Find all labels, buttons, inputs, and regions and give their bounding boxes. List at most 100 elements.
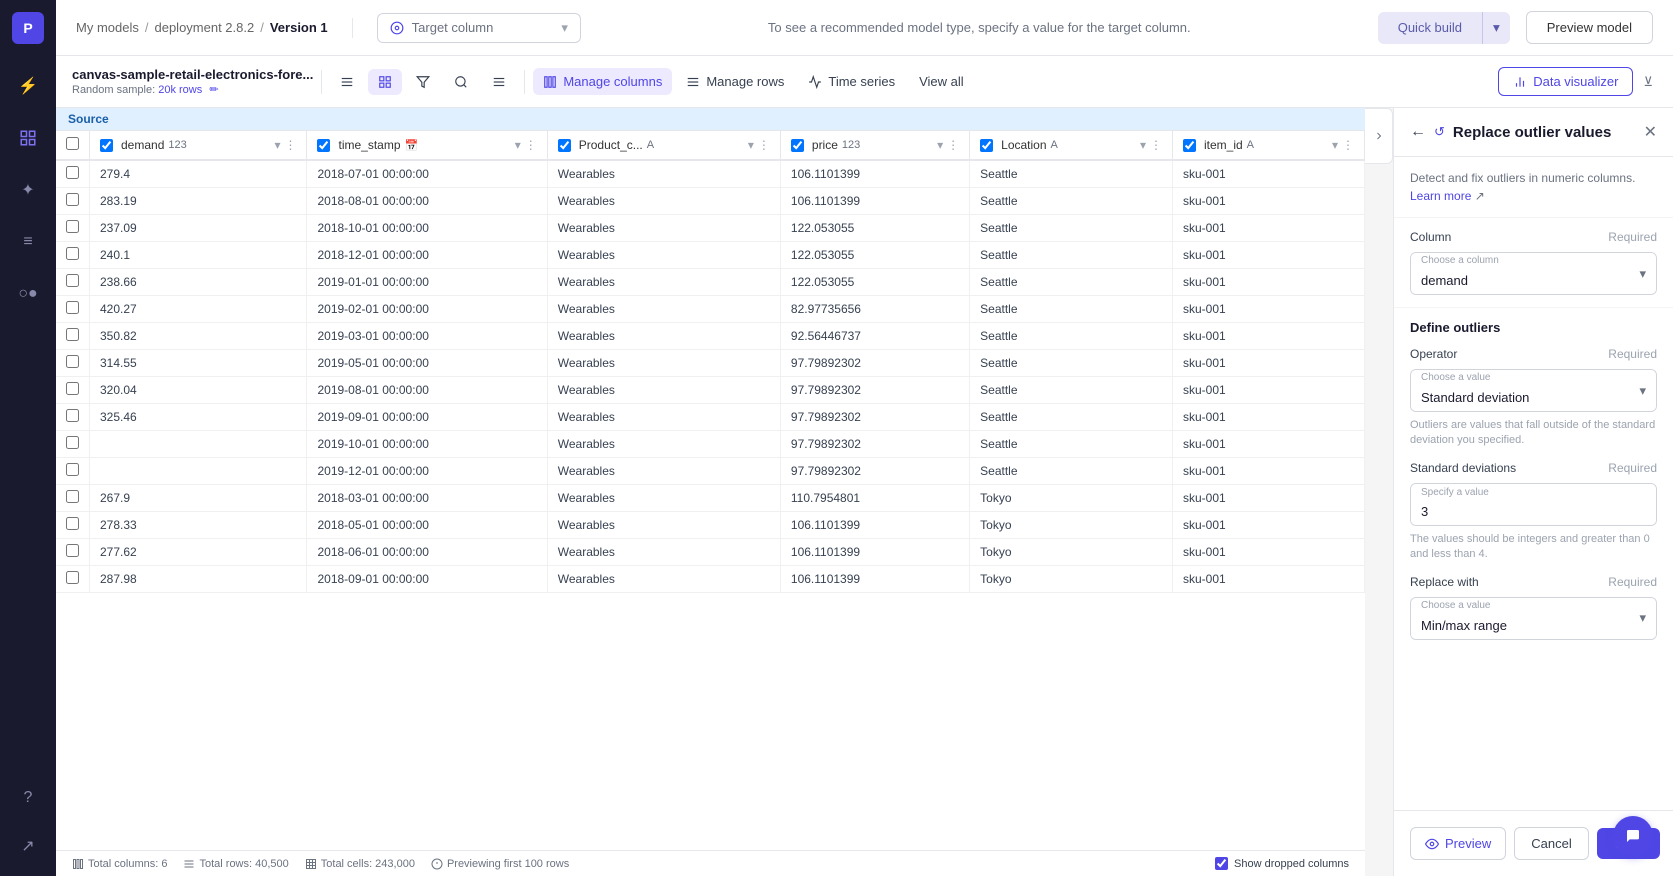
cell-product: Wearables xyxy=(547,323,780,350)
table-row: 240.1 2018-12-01 00:00:00 Wearables 122.… xyxy=(56,242,1365,269)
cell-price: 122.053055 xyxy=(780,215,969,242)
row-checkbox-cell xyxy=(56,458,90,485)
panel-back-button[interactable]: ← xyxy=(1410,123,1426,141)
learn-more-link[interactable]: Learn more xyxy=(1410,189,1471,203)
view-all-button[interactable]: View all xyxy=(909,68,974,95)
row-checkbox[interactable] xyxy=(66,490,79,503)
quick-build-arrow-button[interactable]: ▾ xyxy=(1482,12,1510,44)
row-checkbox[interactable] xyxy=(66,544,79,557)
row-checkbox[interactable] xyxy=(66,328,79,341)
sidebar-icon-help[interactable]: ? xyxy=(10,780,46,816)
row-count[interactable]: 20k rows xyxy=(158,84,202,96)
show-dropped-label[interactable]: Show dropped columns xyxy=(1215,857,1349,870)
data-table[interactable]: demand 123 ▾ ⋮ time_stamp � xyxy=(56,131,1365,850)
preview-action-button[interactable]: Preview xyxy=(1410,827,1506,860)
col-menu-itemid[interactable]: ▾ xyxy=(1332,138,1338,152)
row-checkbox[interactable] xyxy=(66,409,79,422)
cell-price: 92.56446737 xyxy=(780,323,969,350)
cell-demand: 240.1 xyxy=(90,242,307,269)
filter-button[interactable] xyxy=(406,69,440,95)
breadcrumb-part1[interactable]: My models xyxy=(76,20,139,35)
sidebar-left: P ⚡ ✦ ≡ ○● ? ↗ xyxy=(0,0,56,876)
chat-bubble-button[interactable] xyxy=(1613,816,1653,856)
col-checkbox-demand[interactable] xyxy=(100,139,113,152)
grid-view-button[interactable] xyxy=(368,69,402,95)
panel-refresh-icon[interactable]: ↺ xyxy=(1434,124,1445,140)
row-checkbox[interactable] xyxy=(66,220,79,233)
operator-field-label: Operator Required xyxy=(1410,347,1657,361)
col-menu-location[interactable]: ▾ xyxy=(1140,138,1146,152)
row-checkbox[interactable] xyxy=(66,247,79,260)
sidebar-icon-lightning[interactable]: ⚡ xyxy=(10,68,46,104)
sidebar-icon-add[interactable]: ✦ xyxy=(10,172,46,208)
cell-location: Seattle xyxy=(970,160,1173,188)
col-dots-demand[interactable]: ⋮ xyxy=(284,138,296,152)
target-column-selector[interactable]: Target column ▾ xyxy=(377,13,581,43)
cell-itemid: sku-001 xyxy=(1172,350,1364,377)
manage-rows-label: Manage rows xyxy=(706,74,784,89)
list-view-button[interactable] xyxy=(330,69,364,95)
col-dots-timestamp[interactable]: ⋮ xyxy=(525,138,537,152)
row-checkbox[interactable] xyxy=(66,382,79,395)
col-menu-timestamp[interactable]: ▾ xyxy=(515,138,521,152)
row-checkbox-cell xyxy=(56,485,90,512)
col-checkbox-price[interactable] xyxy=(791,139,804,152)
col-dots-itemid[interactable]: ⋮ xyxy=(1342,138,1354,152)
std-dev-label-text: Standard deviations xyxy=(1410,461,1516,475)
edit-icon[interactable]: ✏ xyxy=(209,84,218,96)
col-menu-product[interactable]: ▾ xyxy=(748,138,754,152)
breadcrumb-part2[interactable]: deployment 2.8.2 xyxy=(154,20,254,35)
sidebar-icon-list[interactable]: ≡ xyxy=(10,224,46,260)
col-menu-price[interactable]: ▾ xyxy=(937,138,943,152)
rows-status-icon xyxy=(183,858,195,870)
std-dev-field: Standard deviations Required Specify a v… xyxy=(1410,461,1657,563)
search-button[interactable] xyxy=(444,69,478,95)
row-checkbox[interactable] xyxy=(66,463,79,476)
row-checkbox[interactable] xyxy=(66,517,79,530)
cell-timestamp: 2018-03-01 00:00:00 xyxy=(307,485,547,512)
preview-model-button[interactable]: Preview model xyxy=(1526,11,1653,44)
row-checkbox[interactable] xyxy=(66,571,79,584)
sidebar-icon-export[interactable]: ↗ xyxy=(10,828,46,864)
define-outliers-title: Define outliers xyxy=(1410,320,1657,335)
cell-product: Wearables xyxy=(547,269,780,296)
row-checkbox-cell xyxy=(56,539,90,566)
time-series-button[interactable]: Time series xyxy=(798,68,905,95)
col-checkbox-location[interactable] xyxy=(980,139,993,152)
row-checkbox[interactable] xyxy=(66,274,79,287)
expand-panel-button[interactable] xyxy=(1365,108,1393,164)
settings-button[interactable] xyxy=(482,69,516,95)
grid-icon xyxy=(378,75,392,89)
row-checkbox[interactable] xyxy=(66,436,79,449)
col-menu-demand[interactable]: ▾ xyxy=(274,138,280,152)
col-checkbox-product[interactable] xyxy=(558,139,571,152)
row-checkbox[interactable] xyxy=(66,301,79,314)
collapse-icon[interactable]: ⊻ xyxy=(1639,70,1657,94)
sidebar-icon-models[interactable] xyxy=(10,120,46,156)
cell-demand: 420.27 xyxy=(90,296,307,323)
source-label: Source xyxy=(56,108,1365,131)
cell-demand: 277.62 xyxy=(90,539,307,566)
cell-demand xyxy=(90,458,307,485)
quick-build-button[interactable]: Quick build xyxy=(1378,12,1482,44)
col-checkbox-itemid[interactable] xyxy=(1183,139,1196,152)
col-dots-product[interactable]: ⋮ xyxy=(758,138,770,152)
col-checkbox-timestamp[interactable] xyxy=(317,139,330,152)
panel-close-button[interactable]: ✕ xyxy=(1644,122,1657,142)
manage-rows-button[interactable]: Manage rows xyxy=(676,68,794,95)
cell-itemid: sku-001 xyxy=(1172,512,1364,539)
show-dropped-checkbox[interactable] xyxy=(1215,857,1228,870)
col-dots-price[interactable]: ⋮ xyxy=(947,138,959,152)
row-checkbox[interactable] xyxy=(66,193,79,206)
row-checkbox[interactable] xyxy=(66,355,79,368)
data-visualizer-button[interactable]: Data visualizer xyxy=(1498,67,1633,96)
cancel-button[interactable]: Cancel xyxy=(1514,827,1588,860)
col-dots-location[interactable]: ⋮ xyxy=(1150,138,1162,152)
cell-location: Tokyo xyxy=(970,566,1173,593)
cell-itemid: sku-001 xyxy=(1172,404,1364,431)
operator-field: Operator Required Choose a value Standar… xyxy=(1410,347,1657,449)
sidebar-icon-toggle[interactable]: ○● xyxy=(10,276,46,312)
row-checkbox[interactable] xyxy=(66,166,79,179)
manage-columns-button[interactable]: Manage columns xyxy=(533,68,672,95)
select-all-checkbox[interactable] xyxy=(66,137,79,150)
